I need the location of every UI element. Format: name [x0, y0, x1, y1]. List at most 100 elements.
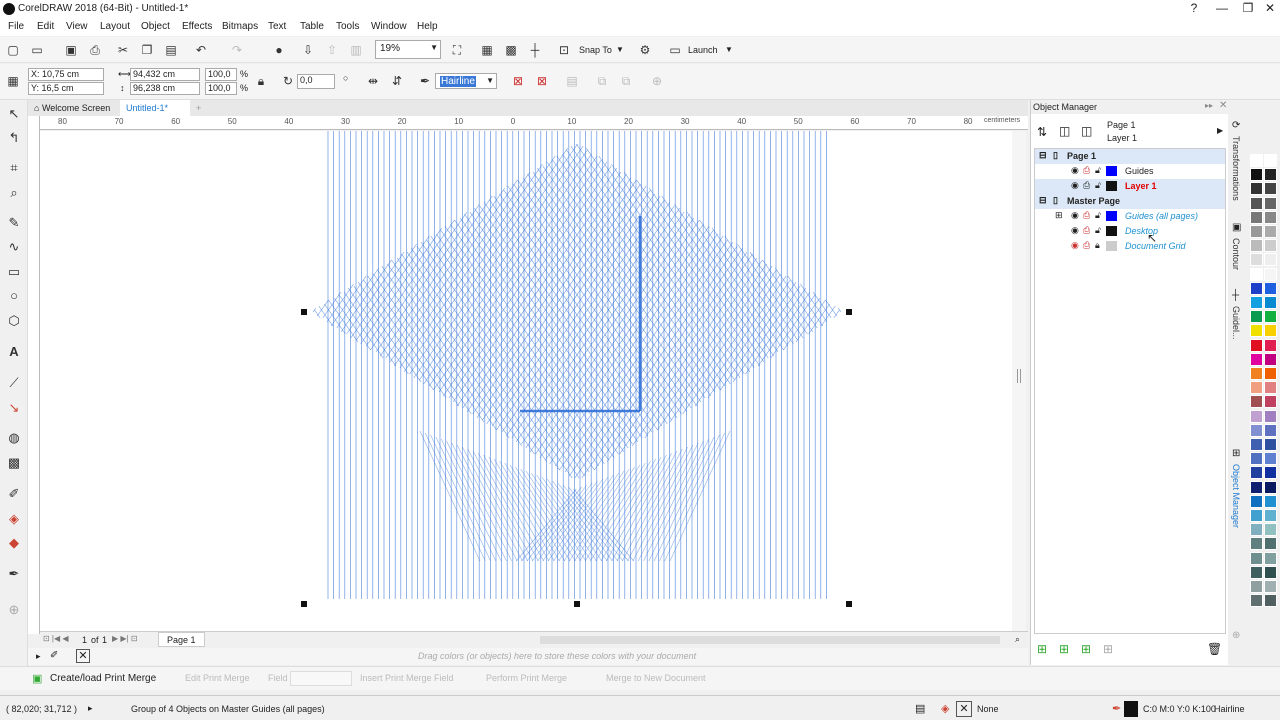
add-tool-icon[interactable]: ⊕: [4, 600, 24, 620]
palette-swatch[interactable]: [1264, 580, 1277, 593]
add-icon[interactable]: ⊕: [648, 72, 666, 90]
tree-layer-guides[interactable]: ◉ ⎙ 🔓︎ Guides: [1035, 164, 1225, 179]
add-tab-icon[interactable]: +: [190, 100, 206, 116]
freehand-tool-icon[interactable]: ✎: [4, 213, 24, 233]
tree-master-page[interactable]: ⊟ ▯ Master Page: [1035, 194, 1225, 209]
palette-swatch[interactable]: [1250, 338, 1263, 352]
palette-swatch[interactable]: [1264, 281, 1277, 295]
launch-label[interactable]: Launch: [688, 45, 718, 55]
tab-transformations[interactable]: Transformations: [1231, 136, 1241, 201]
insert-field-button[interactable]: Insert Print Merge Field: [360, 673, 454, 683]
palette-swatch[interactable]: [1264, 154, 1277, 167]
height-field[interactable]: 96,238 cm: [130, 82, 200, 95]
eye-icon[interactable]: ◉: [1071, 225, 1079, 236]
connector-tool-icon[interactable]: ↘: [4, 398, 24, 418]
printer-icon[interactable]: ⎙: [1083, 225, 1090, 236]
tree-layer-1[interactable]: ◉ ⎙ 🔓︎ Layer 1: [1035, 179, 1225, 194]
palette-swatch[interactable]: [1264, 381, 1277, 395]
palette-swatch[interactable]: [1264, 182, 1277, 196]
undo-icon[interactable]: ↶: [192, 41, 210, 59]
new-master-layer-odd-icon[interactable]: ⊞: [1103, 642, 1113, 656]
palette-swatch[interactable]: [1250, 523, 1263, 537]
mirror-vertical-icon[interactable]: ⇵: [388, 72, 406, 90]
palette-swatch[interactable]: [1264, 594, 1277, 608]
rulers-icon[interactable]: ▦: [478, 41, 496, 59]
menu-help[interactable]: Help: [417, 21, 438, 32]
scale-height-field[interactable]: 100,0: [205, 82, 237, 95]
outline-width-combo[interactable]: Hairline ▼: [435, 73, 497, 89]
guidelines-icon[interactable]: ┼: [526, 41, 544, 59]
palette-swatch[interactable]: [1250, 239, 1263, 253]
new-layer-icon[interactable]: ⊞: [1037, 642, 1047, 656]
object-origin-icon[interactable]: ▦: [4, 72, 22, 90]
field-select[interactable]: [290, 671, 352, 686]
zoom-tool-icon[interactable]: ⌕: [4, 183, 24, 203]
chevron-down-icon[interactable]: ▼: [616, 45, 624, 54]
merge-new-doc-button[interactable]: Merge to New Document: [606, 673, 706, 683]
chevron-down-icon[interactable]: ▼: [725, 45, 733, 54]
status-arrow-icon[interactable]: ▸: [88, 703, 93, 714]
outline-icon[interactable]: ✒: [1112, 702, 1121, 715]
palette-swatch[interactable]: [1250, 381, 1263, 395]
printer-icon[interactable]: ⎙: [1083, 240, 1090, 251]
ungroup-all-icon[interactable]: ⧉: [617, 72, 635, 90]
scroll-grip[interactable]: [1017, 369, 1021, 383]
layer-color-swatch[interactable]: [1106, 241, 1117, 251]
menu-bitmaps[interactable]: Bitmaps: [222, 21, 258, 32]
save-icon[interactable]: ▣: [62, 41, 80, 59]
selection-handle[interactable]: [846, 309, 852, 315]
drop-shadow-icon[interactable]: ◍: [4, 428, 24, 448]
grid-artwork[interactable]: [40, 131, 1012, 631]
tree-layer-guides-all[interactable]: ⊞ ◉ ⎙ 🔓︎ Guides (all pages): [1035, 209, 1225, 224]
palette-swatch[interactable]: [1264, 367, 1277, 380]
selection-handle[interactable]: [301, 601, 307, 607]
text-tool-icon[interactable]: A: [4, 342, 24, 362]
layer-color-swatch[interactable]: [1106, 226, 1117, 236]
palette-swatch[interactable]: [1250, 267, 1263, 281]
palette-swatch[interactable]: [1264, 466, 1277, 480]
interactive-fill-icon[interactable]: ◈: [4, 509, 24, 529]
delete-icon[interactable]: 🗑︎: [1207, 642, 1222, 656]
menu-text[interactable]: Text: [268, 21, 286, 32]
lock-ratio-icon[interactable]: 🔒︎: [252, 72, 270, 90]
tree-layer-desktop[interactable]: ◉ ⎙ 🔓︎ Desktop: [1035, 224, 1225, 239]
eye-icon[interactable]: ◉: [1071, 165, 1079, 176]
pick-tool-icon[interactable]: ↖: [4, 104, 24, 124]
palette-swatch[interactable]: [1264, 480, 1277, 494]
fill-swatch[interactable]: ✕: [956, 701, 972, 717]
copy-icon[interactable]: ❐: [138, 41, 156, 59]
palette-swatch[interactable]: [1264, 352, 1277, 366]
menu-edit[interactable]: Edit: [37, 21, 54, 32]
palette-swatch[interactable]: [1250, 210, 1263, 224]
palette-swatch[interactable]: [1250, 281, 1263, 295]
add-docker-icon[interactable]: ⊕: [1232, 630, 1240, 641]
tab-guidelines[interactable]: Guidel...: [1231, 306, 1241, 340]
palette-swatch[interactable]: [1264, 324, 1277, 338]
palette-swatch[interactable]: [1250, 509, 1263, 522]
printer-icon[interactable]: ⎙: [1083, 210, 1090, 221]
first-page-icon[interactable]: ⊡ |◀ ◀: [43, 634, 69, 643]
palette-swatch[interactable]: [1264, 267, 1277, 281]
mirror-horizontal-icon[interactable]: ⇹: [364, 72, 382, 90]
menu-window[interactable]: Window: [371, 21, 407, 32]
next-page-icon[interactable]: ▶ ▶| ⊡: [112, 634, 138, 643]
snap-to-icon[interactable]: ⊡: [555, 41, 573, 59]
polygon-tool-icon[interactable]: ⬡: [4, 311, 24, 331]
group-icon[interactable]: ▤: [563, 72, 581, 90]
minimize-button[interactable]: —: [1208, 0, 1236, 18]
export-icon[interactable]: ⇧: [323, 41, 341, 59]
print-icon[interactable]: ⎙: [86, 41, 104, 59]
layer-manager-icon[interactable]: ◫: [1081, 124, 1092, 138]
perform-merge-button[interactable]: Perform Print Merge: [486, 673, 567, 683]
palette-swatch[interactable]: [1250, 196, 1263, 210]
palette-swatch[interactable]: [1264, 395, 1277, 409]
fill-icon[interactable]: ◈: [941, 702, 949, 715]
snap-to-label[interactable]: Snap To: [579, 45, 612, 55]
palette-swatch[interactable]: [1264, 409, 1277, 423]
palette-swatch[interactable]: [1264, 452, 1277, 466]
palette-swatch[interactable]: [1250, 253, 1263, 267]
menu-effects[interactable]: Effects: [182, 21, 212, 32]
menu-object[interactable]: Object: [141, 21, 170, 32]
palette-swatch[interactable]: [1250, 225, 1263, 238]
tab-object-manager[interactable]: Object Manager: [1231, 464, 1241, 528]
